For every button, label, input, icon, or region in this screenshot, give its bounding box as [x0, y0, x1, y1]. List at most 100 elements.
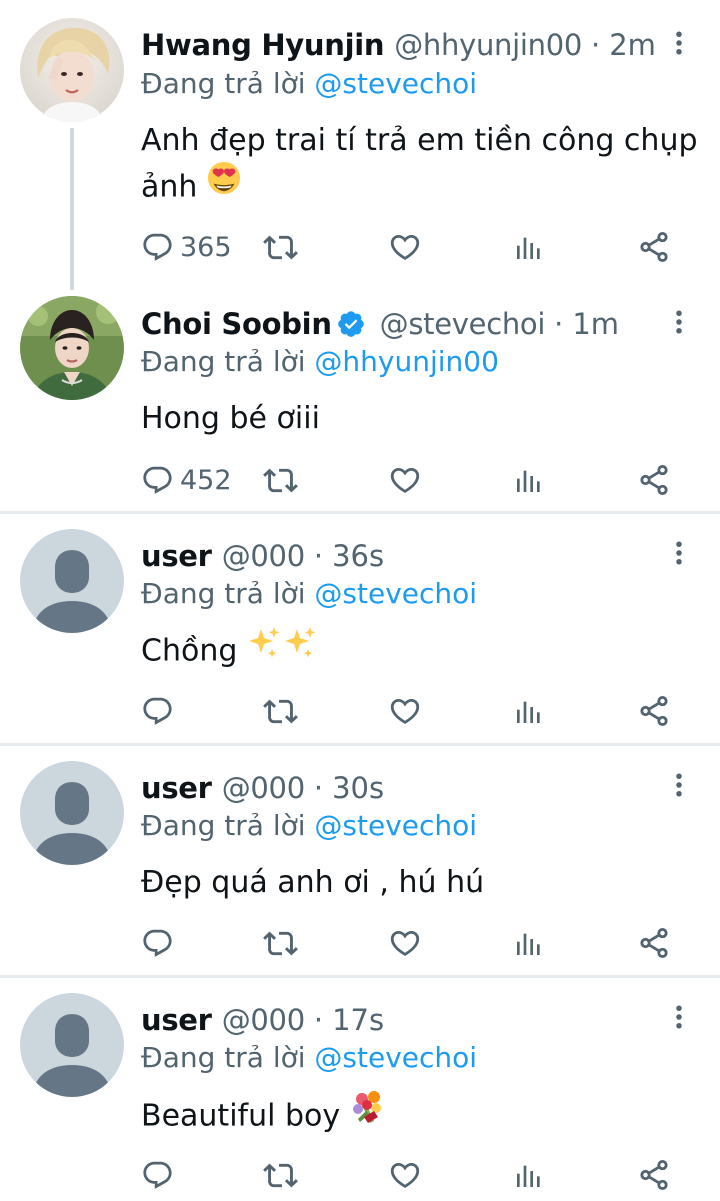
reply-button[interactable]: 452: [141, 460, 232, 500]
reply-mention-link[interactable]: @hhyunjin00: [314, 345, 499, 378]
tweet-text: Beautiful boy: [141, 1091, 701, 1142]
share-icon: [637, 463, 671, 497]
user-handle[interactable]: @000: [222, 1000, 305, 1040]
tweet[interactable]: user @000 · 17s Đang trả lời @stevechoi …: [0, 978, 720, 1201]
like-button[interactable]: [388, 1155, 422, 1195]
timestamp[interactable]: 30s: [332, 768, 384, 808]
like-button[interactable]: [388, 227, 422, 267]
views-bar-chart-icon: [513, 464, 545, 496]
tweet-text: Đẹp quá anh ơi , hú hú: [141, 865, 485, 900]
reply-count: 452: [180, 464, 232, 496]
tweet[interactable]: user @000 · 36s Đang trả lời @stevechoi …: [0, 514, 720, 743]
user-handle[interactable]: @hhyunjin00: [394, 25, 582, 65]
reply-prefix: Đang trả lời: [141, 67, 306, 100]
tweet-actions: [141, 923, 701, 963]
reply-mention-link[interactable]: @stevechoi: [314, 1041, 477, 1074]
timestamp[interactable]: 2m: [609, 25, 656, 65]
reply-button[interactable]: 365: [141, 227, 232, 267]
views-bar-chart-icon: [513, 1159, 545, 1191]
views-button[interactable]: [513, 691, 545, 731]
views-button[interactable]: [513, 1155, 545, 1195]
more-options-icon[interactable]: [664, 302, 694, 342]
tweet-text: Anh đẹp trai tí trả em tiền công chụp ản…: [141, 118, 701, 212]
retweet-button[interactable]: [263, 1155, 298, 1195]
tweet-text-line: ảnh: [141, 169, 198, 205]
views-button[interactable]: [513, 227, 545, 267]
views-button[interactable]: [513, 460, 545, 500]
tweet-header: Choi Soobin @stevechoi · 1m: [141, 304, 660, 344]
reply-prefix: Đang trả lời: [141, 809, 306, 842]
more-options-icon[interactable]: [664, 997, 694, 1037]
reply-mention-link[interactable]: @stevechoi: [314, 577, 477, 610]
tweet-header: user @000 · 17s: [141, 1000, 660, 1040]
default-avatar-icon[interactable]: [20, 529, 124, 633]
tweet-header: user @000 · 30s: [141, 768, 660, 808]
user-handle[interactable]: @000: [222, 536, 305, 576]
retweet-button[interactable]: [263, 923, 298, 963]
tweet[interactable]: Hwang Hyunjin @hhyunjin00 · 2m Đang trả …: [0, 0, 720, 290]
more-options-icon[interactable]: [664, 23, 694, 63]
reply-icon: [141, 927, 174, 960]
heart-eyes-emoji-icon: [207, 161, 241, 209]
separator-dot: ·: [554, 307, 564, 341]
timestamp[interactable]: 1m: [572, 304, 619, 344]
share-button[interactable]: [637, 1155, 671, 1195]
reply-button[interactable]: [141, 1155, 180, 1195]
heart-icon: [388, 230, 422, 264]
user-handle[interactable]: @stevechoi: [380, 304, 546, 344]
heart-icon: [388, 926, 422, 960]
share-button[interactable]: [637, 460, 671, 500]
display-name[interactable]: user: [141, 768, 212, 808]
reply-prefix: Đang trả lời: [141, 345, 306, 378]
separator-dot: ·: [313, 771, 324, 805]
tweet[interactable]: user @000 · 30s Đang trả lời @stevechoi …: [0, 746, 720, 975]
share-icon: [637, 926, 671, 960]
share-button[interactable]: [637, 923, 671, 963]
retweet-button[interactable]: [263, 227, 298, 267]
reply-mention-link[interactable]: @stevechoi: [314, 67, 477, 100]
like-button[interactable]: [388, 691, 422, 731]
tweet-text-line: Chồng: [141, 633, 238, 669]
replying-to: Đang trả lời @stevechoi: [141, 66, 477, 102]
more-options-icon[interactable]: [664, 765, 694, 805]
share-button[interactable]: [637, 227, 671, 267]
like-button[interactable]: [388, 460, 422, 500]
default-avatar-icon[interactable]: [20, 761, 124, 865]
timestamp[interactable]: 17s: [332, 1000, 384, 1040]
verified-badge-icon: [336, 309, 366, 339]
share-icon: [637, 230, 671, 264]
views-button[interactable]: [513, 923, 545, 963]
retweet-icon: [263, 463, 298, 498]
avatar[interactable]: [20, 296, 124, 400]
avatar[interactable]: [20, 18, 124, 122]
retweet-button[interactable]: [263, 691, 298, 731]
display-name[interactable]: Choi Soobin: [141, 304, 332, 344]
views-bar-chart-icon: [513, 927, 545, 959]
heart-icon: [388, 1158, 422, 1192]
tweet-header: user @000 · 36s: [141, 536, 660, 576]
tweet-text: Hong bé ơiii: [141, 401, 320, 436]
reply-icon: [141, 1159, 174, 1192]
separator-dot: ·: [313, 539, 324, 573]
views-bar-chart-icon: [513, 231, 545, 263]
retweet-icon: [263, 926, 298, 961]
reply-button[interactable]: [141, 691, 180, 731]
timestamp[interactable]: 36s: [332, 536, 384, 576]
views-bar-chart-icon: [513, 695, 545, 727]
tweet[interactable]: Choi Soobin @stevechoi · 1m Đang trả lời…: [0, 290, 720, 512]
heart-icon: [388, 694, 422, 728]
display-name[interactable]: user: [141, 1000, 212, 1040]
reply-mention-link[interactable]: @stevechoi: [314, 809, 477, 842]
like-button[interactable]: [388, 923, 422, 963]
retweet-button[interactable]: [263, 460, 298, 500]
reply-button[interactable]: [141, 923, 180, 963]
default-avatar-icon[interactable]: [20, 993, 124, 1097]
display-name[interactable]: Hwang Hyunjin: [141, 25, 385, 65]
display-name[interactable]: user: [141, 536, 212, 576]
share-icon: [637, 1158, 671, 1192]
replying-to: Đang trả lời @stevechoi: [141, 808, 477, 844]
more-options-icon[interactable]: [664, 533, 694, 573]
share-button[interactable]: [637, 691, 671, 731]
user-handle[interactable]: @000: [222, 768, 305, 808]
tweet-text-line-2: ảnh: [141, 161, 701, 212]
